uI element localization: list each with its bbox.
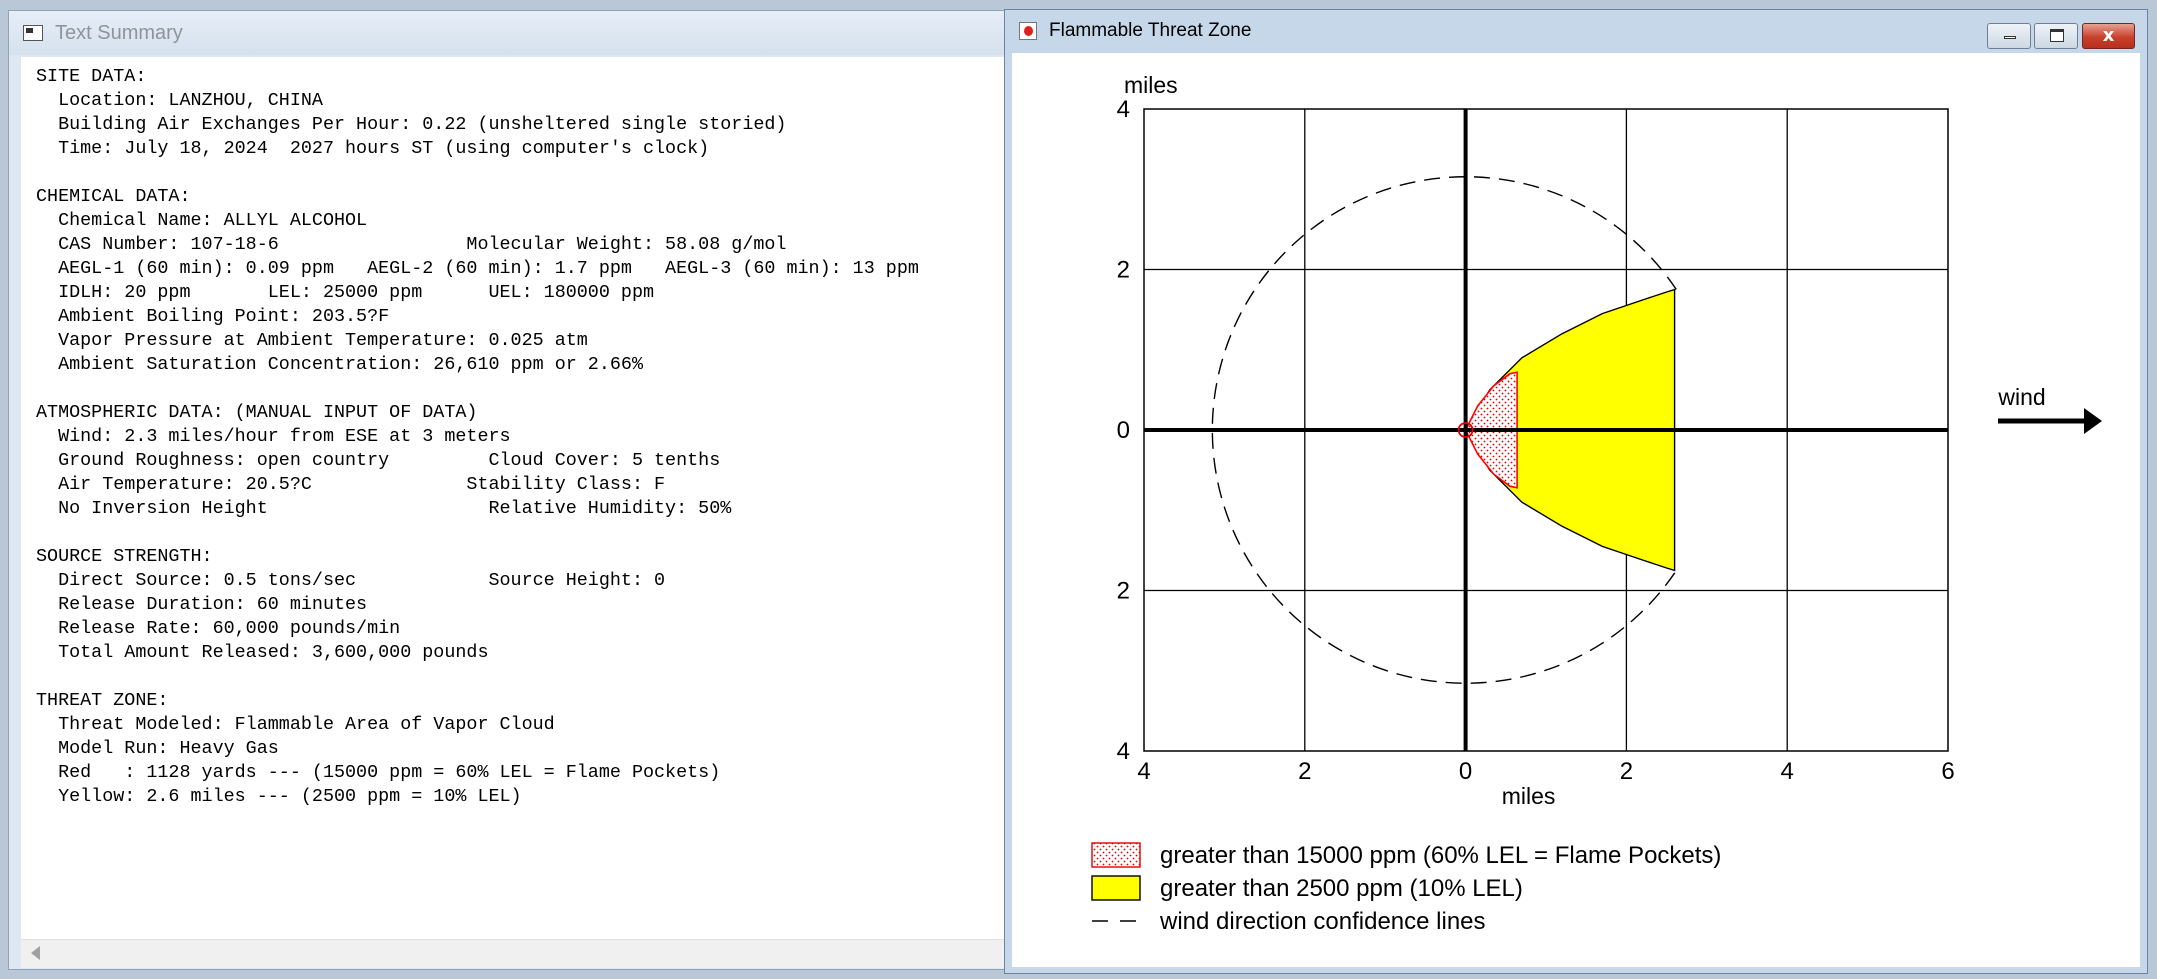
y-tick-label: 2	[1117, 578, 1130, 605]
y-tick-label: 4	[1117, 738, 1130, 765]
minimize-button[interactable]	[1987, 23, 2031, 49]
x-axis-label: miles	[1502, 783, 1556, 809]
window-icon	[23, 25, 43, 41]
summary-line: Wind: 2.3 miles/hour from ESE at 3 meter…	[36, 426, 511, 447]
summary-line: THREAT ZONE:	[36, 690, 169, 711]
text-summary-window: Text Summary SITE DATA: Location: LANZHO…	[8, 10, 1011, 970]
summary-line: No Inversion Height Relative Humidity: 5…	[36, 498, 732, 519]
threat-zone-window-icon	[1019, 22, 1037, 40]
summary-line: Yellow: 2.6 miles --- (2500 ppm = 10% LE…	[36, 786, 522, 807]
summary-line: Ground Roughness: open country Cloud Cov…	[36, 450, 721, 471]
text-summary-titlebar[interactable]: Text Summary	[9, 11, 1010, 55]
threat-zone-title: Flammable Threat Zone	[1049, 20, 1252, 41]
legend-label: greater than 15000 ppm (60% LEL = Flame …	[1160, 842, 1721, 869]
y-tick-label: 2	[1117, 257, 1130, 284]
summary-line: CAS Number: 107-18-6 Molecular Weight: 5…	[36, 234, 787, 255]
text-summary-title: Text Summary	[55, 21, 183, 44]
summary-line: AEGL-1 (60 min): 0.09 ppm AEGL-2 (60 min…	[36, 258, 919, 279]
close-icon: x	[2102, 25, 2115, 46]
summary-line: Threat Modeled: Flammable Area of Vapor …	[36, 714, 555, 735]
y-axis-label: miles	[1124, 72, 1178, 98]
summary-line: Release Duration: 60 minutes	[36, 594, 368, 615]
legend-label: wind direction confidence lines	[1159, 908, 1486, 935]
summary-line: Location: LANZHOU, CHINA	[36, 90, 323, 111]
summary-line: Vapor Pressure at Ambient Temperature: 0…	[36, 330, 588, 351]
summary-line: Ambient Boiling Point: 203.5?F	[36, 306, 390, 327]
x-tick-label: 2	[1298, 758, 1311, 785]
summary-line: Release Rate: 60,000 pounds/min	[36, 618, 401, 639]
summary-line: Chemical Name: ALLYL ALCOHOL	[36, 210, 368, 231]
summary-line: Air Temperature: 20.5?C Stability Class:…	[36, 474, 666, 495]
maximize-button[interactable]	[2034, 23, 2078, 49]
wind-label: wind	[1997, 384, 2045, 410]
scroll-left-arrow-icon[interactable]	[31, 946, 40, 960]
summary-line: Total Amount Released: 3,600,000 pounds	[36, 642, 489, 663]
summary-line: IDLH: 20 ppm LEL: 25000 ppm UEL: 180000 …	[36, 282, 655, 303]
summary-line: Time: July 18, 2024 2027 hours ST (using…	[36, 138, 710, 159]
summary-line: Red : 1128 yards --- (15000 ppm = 60% LE…	[36, 762, 721, 783]
x-tick-label: 0	[1459, 758, 1472, 785]
y-tick-label: 4	[1117, 96, 1130, 123]
summary-line: Model Run: Heavy Gas	[36, 738, 279, 759]
summary-line: SOURCE STRENGTH:	[36, 546, 213, 567]
x-tick-label: 4	[1781, 758, 1794, 785]
close-button[interactable]: x	[2082, 23, 2135, 49]
text-summary-content[interactable]: SITE DATA: Location: LANZHOU, CHINA Buil…	[21, 57, 1009, 939]
summary-report-text: SITE DATA: Location: LANZHOU, CHINA Buil…	[21, 57, 1009, 809]
flammable-threat-zone-window: Flammable Threat Zone x 4 2 0 2 4 6 4 2 0 2 4 miles…	[1004, 9, 2148, 974]
x-tick-label: 4	[1137, 758, 1150, 785]
legend-swatch-lel	[1091, 875, 1141, 901]
summary-line: Ambient Saturation Concentration: 26,610…	[36, 354, 643, 375]
legend-swatch-flame-pockets	[1091, 842, 1141, 868]
legend-label: greater than 2500 ppm (10% LEL)	[1160, 875, 1523, 902]
summary-line: SITE DATA:	[36, 66, 147, 87]
summary-line: Building Air Exchanges Per Hour: 0.22 (u…	[36, 114, 787, 135]
threat-zone-titlebar[interactable]: Flammable Threat Zone	[1005, 10, 2147, 52]
summary-line: ATMOSPHERIC DATA: (MANUAL INPUT OF DATA)	[36, 402, 478, 423]
threat-zone-plot-area: 4 2 0 2 4 6 4 2 0 2 4 miles miles wind greater than 1…	[1012, 53, 2140, 967]
summary-line: CHEMICAL DATA:	[36, 186, 191, 207]
summary-line: Direct Source: 0.5 tons/sec Source Heigh…	[36, 570, 666, 591]
threat-zone-chart: 4 2 0 2 4 642024milesmileswind greater than 1…	[1091, 72, 2102, 935]
x-tick-label: 6	[1941, 758, 1954, 785]
wind-arrow-icon	[2084, 408, 2102, 434]
x-tick-label: 2	[1620, 758, 1633, 785]
y-tick-label: 0	[1117, 417, 1130, 444]
horizontal-scrollbar[interactable]	[21, 939, 1009, 968]
